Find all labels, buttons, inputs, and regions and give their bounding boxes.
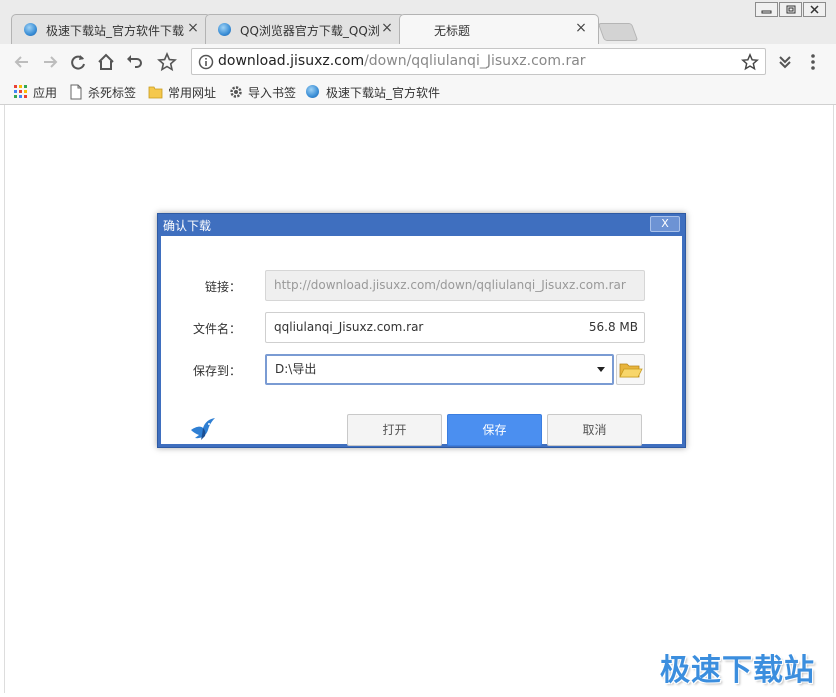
filename-label: 文件名： bbox=[192, 322, 241, 336]
close-tab-icon[interactable]: × bbox=[380, 20, 394, 36]
saveto-select[interactable]: D:\导出 bbox=[265, 354, 614, 385]
menu-icon[interactable] bbox=[803, 52, 823, 72]
bookmark-label: 导入书签 bbox=[248, 86, 297, 100]
star-icon[interactable] bbox=[741, 53, 759, 71]
new-tab-button[interactable] bbox=[597, 23, 639, 41]
apps-grid-icon bbox=[14, 85, 27, 98]
bookmark-label: 极速下载站_官方软件 bbox=[326, 86, 441, 100]
chevron-down-icon[interactable] bbox=[597, 367, 605, 372]
site-favicon-icon bbox=[306, 85, 319, 98]
site-favicon-icon bbox=[24, 23, 37, 36]
url-host: download.jisuxz.com bbox=[218, 53, 365, 69]
dialog-close-button[interactable]: X bbox=[650, 216, 680, 232]
file-size: 56.8 MB bbox=[588, 320, 638, 334]
restore-button[interactable] bbox=[779, 2, 802, 17]
bookmark-label: 杀死标签 bbox=[88, 86, 137, 100]
filename-field[interactable]: qqliulanqi_Jisuxz.com.rar 56.8 MB bbox=[265, 312, 645, 343]
tab-title: QQ浏览器官方下载_QQ浏 bbox=[240, 24, 380, 38]
info-icon[interactable] bbox=[198, 54, 214, 70]
cancel-button[interactable]: 取消 bbox=[547, 414, 642, 446]
saveto-label: 保存到： bbox=[192, 364, 241, 378]
tab-qq-browser[interactable]: QQ浏览器官方下载_QQ浏 × bbox=[205, 14, 405, 44]
forward-icon[interactable] bbox=[40, 52, 60, 72]
address-bar[interactable]: download.jisuxz.com/down/qqliulanqi_Jisu… bbox=[191, 48, 766, 75]
bookmark-common-sites[interactable]: 常用网址 bbox=[148, 84, 223, 100]
open-button[interactable]: 打开 bbox=[347, 414, 442, 446]
dialog-title: 确认下载 bbox=[163, 219, 212, 233]
tab-jisuxz[interactable]: 极速下载站_官方软件下载 × bbox=[11, 14, 211, 44]
page-icon bbox=[70, 84, 82, 100]
link-label: 链接： bbox=[204, 280, 241, 294]
minimize-button[interactable] bbox=[755, 2, 778, 17]
bird-logo-icon bbox=[191, 418, 215, 440]
home-icon[interactable] bbox=[96, 52, 116, 72]
saveto-value: D:\导出 bbox=[275, 362, 317, 376]
bookmark-import[interactable]: 导入书签 bbox=[228, 84, 303, 100]
close-icon bbox=[810, 5, 819, 14]
folder-open-icon bbox=[619, 363, 643, 378]
reload-icon[interactable] bbox=[68, 52, 88, 72]
tab-title: 极速下载站_官方软件下载 bbox=[46, 24, 185, 38]
bookmark-star-icon[interactable] bbox=[157, 52, 177, 72]
download-manager-icon[interactable] bbox=[775, 52, 795, 72]
close-tab-icon[interactable]: × bbox=[574, 20, 588, 36]
gear-icon bbox=[230, 86, 242, 98]
window-controls bbox=[754, 2, 826, 17]
url-path: /down/qqliulanqi_Jisuxz.com.rar bbox=[364, 53, 586, 69]
minimize-icon bbox=[761, 10, 772, 14]
tab-untitled[interactable]: 无标题 × bbox=[399, 14, 599, 45]
close-window-button[interactable] bbox=[803, 2, 826, 17]
bookmark-jisuxz[interactable]: 极速下载站_官方软件 bbox=[306, 84, 446, 100]
browse-folder-button[interactable] bbox=[616, 354, 645, 385]
bookmark-kill-tabs[interactable]: 杀死标签 bbox=[68, 84, 143, 100]
back-icon[interactable] bbox=[12, 52, 32, 72]
close-tab-icon[interactable]: × bbox=[186, 20, 200, 36]
undo-icon[interactable] bbox=[124, 52, 144, 72]
bookmarks-bar: 应用 杀死标签 常用网址 导入书签 极速下载站_官方软件 bbox=[0, 79, 836, 105]
url-text: download.jisuxz.com/down/qqliulanqi_Jisu… bbox=[218, 53, 586, 69]
filename-value: qqliulanqi_Jisuxz.com.rar bbox=[274, 320, 424, 334]
dialog-body: 链接： http://download.jisuxz.com/down/qqli… bbox=[161, 236, 682, 446]
download-dialog: 确认下载 X 链接： http://download.jisuxz.com/do… bbox=[157, 213, 686, 448]
folder-icon bbox=[148, 86, 163, 99]
watermark-logo: 极速下载站 bbox=[660, 653, 815, 688]
tab-title: 无标题 bbox=[434, 24, 471, 38]
bookmark-label: 应用 bbox=[33, 86, 58, 100]
site-favicon-icon bbox=[218, 23, 231, 36]
restore-icon bbox=[786, 5, 796, 14]
tab-strip: 极速下载站_官方软件下载 × QQ浏览器官方下载_QQ浏 × 无标题 × bbox=[0, 0, 836, 45]
bookmark-apps[interactable]: 应用 bbox=[13, 84, 63, 100]
link-field: http://download.jisuxz.com/down/qqliulan… bbox=[265, 270, 645, 301]
save-button[interactable]: 保存 bbox=[447, 414, 542, 446]
bookmark-label: 常用网址 bbox=[168, 86, 217, 100]
